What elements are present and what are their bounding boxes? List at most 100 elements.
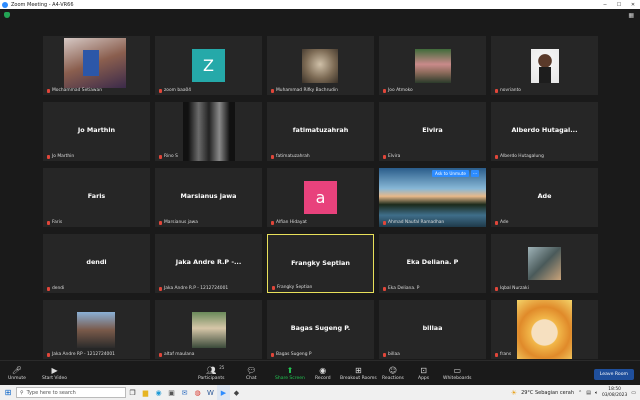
participant-tile[interactable]: Eka Deliana. P Eka Deliana. P [379, 234, 486, 293]
network-icon[interactable]: ▤ [586, 390, 591, 396]
participant-tile[interactable]: altaf maulana [155, 300, 262, 359]
participant-tile[interactable]: novrianto [491, 36, 598, 95]
participant-tile[interactable]: a Alfian Hidayat [267, 168, 374, 227]
participant-tile[interactable]: Bagas Sugeng P. Bagas Sugeng P [267, 300, 374, 359]
more-options-button[interactable]: ··· [471, 170, 479, 177]
taskbar-search-input[interactable]: ⚲ Type here to search [16, 387, 126, 398]
participant-tile[interactable]: dendi dendi [43, 234, 150, 293]
share-screen-label: Share Screen [275, 376, 305, 381]
participant-tile[interactable]: Ade Ade [491, 168, 598, 227]
muted-microphone-icon [159, 154, 162, 159]
muted-microphone-icon [271, 352, 274, 357]
participant-tile[interactable]: Ask to Unmute ··· Ahmad Naufal Ramadhan [379, 168, 486, 227]
participants-button[interactable]: 👥︎ 25 Participants [198, 365, 224, 381]
zoom-taskbar-icon[interactable]: ▶ [217, 385, 230, 400]
participant-video [517, 300, 572, 359]
participant-name: Marsianus jawa [164, 220, 198, 225]
participant-name: Joo Atmoko [388, 88, 413, 93]
participant-name: Ahmad Naufal Ramadhan [388, 220, 445, 225]
muted-microphone-icon [495, 286, 498, 291]
reactions-button[interactable]: ☺ Reactions [382, 365, 404, 381]
participant-name: Bagas Sugeng P [276, 352, 312, 357]
participant-video [302, 49, 338, 83]
clock[interactable]: 18:50 03/08/2023 [602, 387, 627, 398]
ask-to-unmute-button[interactable]: Ask to Unmute [431, 170, 469, 177]
view-grid-icon[interactable]: ▦ [628, 12, 634, 19]
record-button[interactable]: ◉ Record [315, 365, 331, 381]
muted-microphone-icon [383, 154, 386, 159]
muted-microphone-icon [271, 220, 274, 225]
participant-tile[interactable]: Jo Marthin Jo Marthin [43, 102, 150, 161]
word-icon[interactable]: W [204, 385, 217, 400]
participant-tile[interactable]: Joo Atmoko [379, 36, 486, 95]
muted-microphone-icon [159, 352, 162, 357]
participant-name-label: zoom baa04 [159, 88, 191, 93]
participant-name: Faris [52, 220, 63, 225]
app-icon[interactable]: ◆ [230, 385, 243, 400]
apps-button[interactable]: ⊡ Apps [418, 365, 429, 381]
participant-display-name: dendi [86, 258, 107, 266]
participant-name: Alfian Hidayat [276, 220, 307, 225]
chrome-icon[interactable]: ◍ [191, 385, 204, 400]
file-explorer-icon[interactable]: ▆ [139, 385, 152, 400]
participant-tile[interactable]: frans [491, 300, 598, 359]
breakout-rooms-button[interactable]: ⊞ Breakout Rooms [340, 365, 377, 381]
leave-room-button[interactable]: Leave Room [593, 369, 634, 380]
record-label: Record [315, 376, 331, 381]
muted-microphone-icon [495, 352, 498, 357]
participant-tile[interactable]: Zzoom baa04 [155, 36, 262, 95]
participant-tile[interactable]: Faris Faris [43, 168, 150, 227]
participant-name-label: frans [495, 352, 511, 357]
unmute-label: Unmute [8, 376, 26, 381]
windows-start-icon[interactable]: ⊞ [0, 385, 16, 400]
participant-tile[interactable]: Alberdo Hutagal... Alberdo Hutagalung [491, 102, 598, 161]
share-screen-button[interactable]: ⬆ Share Screen [275, 365, 305, 381]
store-icon[interactable]: ▣ [165, 385, 178, 400]
participant-name-label: Alberdo Hutagalung [495, 154, 544, 159]
edge-browser-icon[interactable]: ◉ [152, 385, 165, 400]
chat-button[interactable]: 💬︎ Chat [246, 365, 257, 381]
encryption-shield-icon[interactable] [4, 12, 10, 18]
apps-icon: ⊡ [420, 366, 427, 375]
participant-tile[interactable]: Frangky Septian Frangky Septian [267, 234, 374, 293]
participant-name-label: Ahmad Naufal Ramadhan [383, 220, 444, 225]
participant-tile[interactable]: Jaka Andre RP - 1212724001 [43, 300, 150, 359]
participant-tile[interactable]: Iqbal Nurzaki [491, 234, 598, 293]
participant-name: Jaka Andre RP - 1212724001 [52, 352, 115, 357]
muted-microphone-icon [47, 352, 50, 357]
task-view-icon[interactable]: ❐ [126, 385, 139, 400]
participant-tile[interactable]: Rino S [155, 102, 262, 161]
weather-text[interactable]: 29°C Sebagian cerah [521, 390, 574, 396]
minimize-icon[interactable]: ─ [598, 2, 612, 8]
close-icon[interactable]: ✕ [626, 2, 640, 8]
mail-icon[interactable]: ✉ [178, 385, 191, 400]
participant-name: frans [500, 352, 512, 357]
start-video-button[interactable]: ▶ Start Video [42, 365, 67, 381]
volume-icon[interactable]: 🔈︎ [595, 390, 598, 396]
participant-tile[interactable]: billaa billaa [379, 300, 486, 359]
weather-icon: ☀ [510, 388, 518, 397]
apps-label: Apps [418, 376, 430, 381]
unmute-button[interactable]: 🎤︎ Unmute [8, 365, 26, 381]
participant-name-label: Faris [47, 220, 62, 225]
window-title: Zoom Meeting - A4-VR66 [11, 1, 74, 8]
participant-tile[interactable]: Marsianus jawa Marsianus jawa [155, 168, 262, 227]
participant-display-name: Elvira [422, 126, 443, 134]
participant-name-label: Jaka Andre RP - 1212724001 [47, 352, 115, 357]
muted-microphone-icon [271, 88, 274, 93]
participant-name-label: Bagas Sugeng P [271, 352, 312, 357]
muted-microphone-icon [47, 154, 50, 159]
participant-tile[interactable]: Elvira Elvira [379, 102, 486, 161]
tray-chevron-icon[interactable]: ⌃ [578, 390, 582, 396]
participant-name: Ade [500, 220, 509, 225]
whiteboards-button[interactable]: ▭ Whiteboards [443, 365, 471, 381]
maximize-icon[interactable]: ☐ [612, 2, 626, 8]
participant-tile[interactable]: Muhammad Rifky Bachrudin [267, 36, 374, 95]
notification-icon[interactable]: ▭ [631, 390, 636, 396]
breakout-rooms-icon: ⊞ [355, 366, 362, 375]
participant-name-label: Muhammad Rifky Bachrudin [271, 88, 338, 93]
participant-tile[interactable]: Mochammad Setiawan [43, 36, 150, 95]
participant-tile[interactable]: Jaka Andre R.P -... Jaka Andre R.P - 1212… [155, 234, 262, 293]
participant-name: Frangky Septian [277, 285, 313, 290]
participant-tile[interactable]: fatimatuzahrah fatimatuzahrah [267, 102, 374, 161]
